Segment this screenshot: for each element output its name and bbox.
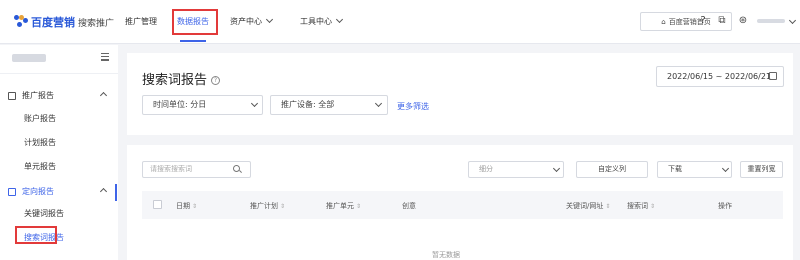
nav-tool-center[interactable]: 工具中心 bbox=[300, 15, 344, 27]
brand-name: 百度营销 bbox=[31, 16, 75, 29]
chevron-down-icon bbox=[250, 99, 259, 108]
user-name-redacted[interactable] bbox=[757, 19, 785, 23]
column-header-keyword-url[interactable]: 关键词/网址 ⇕ bbox=[566, 201, 610, 211]
chevron-down-icon bbox=[265, 15, 274, 24]
active-item-indicator bbox=[115, 184, 117, 201]
sidebar-item-plan-report[interactable]: 计划报告 bbox=[24, 137, 56, 148]
segment-value: 细分 bbox=[479, 165, 493, 173]
message-icon[interactable]: ⧉ bbox=[716, 15, 728, 27]
date-range-picker[interactable]: 2022/06/15 ~ 2022/06/21 bbox=[656, 66, 784, 87]
column-header-unit[interactable]: 推广单元 ⇕ bbox=[326, 201, 361, 211]
sidebar-item-account-report[interactable]: 账户报告 bbox=[24, 113, 56, 124]
highlight-box-sidebar bbox=[15, 226, 57, 244]
device-select[interactable]: 推广设备: 全部 bbox=[270, 95, 388, 115]
column-header-label: 关键词/网址 bbox=[566, 202, 604, 210]
segment-select[interactable]: 细分 bbox=[468, 161, 564, 178]
calendar-icon bbox=[769, 72, 777, 80]
chevron-down-icon bbox=[552, 164, 561, 173]
search-icon[interactable] bbox=[233, 165, 240, 172]
custom-columns-button[interactable]: 自定义列 bbox=[576, 161, 648, 178]
target-report-icon bbox=[8, 187, 16, 196]
search-term-input[interactable]: 请搜索搜索词 bbox=[142, 161, 251, 178]
empty-state-text: 暂无数据 bbox=[432, 251, 460, 259]
chevron-down-icon[interactable] bbox=[788, 16, 797, 25]
collapse-menu-icon[interactable] bbox=[101, 53, 109, 62]
sidebar-group-label: 定向报告 bbox=[22, 187, 54, 196]
column-header-search-term[interactable]: 搜索词 ⇕ bbox=[627, 201, 655, 211]
sidebar-group-targeting-report[interactable]: 定向报告 bbox=[8, 186, 54, 197]
column-header-label: 搜索词 bbox=[627, 202, 648, 210]
nav-asset-center-label: 资产中心 bbox=[230, 17, 262, 26]
column-header-label: 推广计划 bbox=[250, 202, 278, 210]
help-icon[interactable]: ? bbox=[697, 15, 709, 27]
column-header-label: 推广单元 bbox=[326, 202, 354, 210]
sort-icon: ⇕ bbox=[280, 203, 286, 210]
account-name-redacted[interactable] bbox=[12, 54, 46, 62]
download-label: 下载 bbox=[668, 165, 682, 173]
time-unit-value: 时间单位: 分日 bbox=[153, 100, 207, 109]
page-title-text: 搜索词报告 bbox=[142, 73, 208, 88]
sidebar-group-label: 推广报告 bbox=[22, 91, 54, 100]
search-placeholder: 请搜索搜索词 bbox=[150, 165, 192, 173]
chevron-up-icon[interactable] bbox=[99, 187, 108, 196]
time-unit-select[interactable]: 时间单位: 分日 bbox=[142, 95, 263, 115]
sidebar-divider bbox=[0, 73, 118, 74]
chevron-down-icon bbox=[721, 164, 730, 173]
active-nav-underline bbox=[180, 40, 206, 42]
reset-column-width-button[interactable]: 重置列宽 bbox=[740, 161, 783, 178]
column-header-creative: 创意 bbox=[402, 202, 416, 210]
paw-logo-icon bbox=[14, 15, 28, 29]
help-circle-icon[interactable]: ? bbox=[211, 76, 221, 85]
column-header-actions: 操作 bbox=[718, 202, 732, 210]
column-header-date[interactable]: 日期 ⇕ bbox=[176, 201, 197, 211]
top-bar: 百度营销 搜索推广 推广管理 数据报告 资产中心 工具中心 ⌂ 百度营销首页 ?… bbox=[0, 0, 800, 44]
column-header-plan[interactable]: 推广计划 ⇕ bbox=[250, 201, 285, 211]
sidebar-item-keyword-report[interactable]: 关键词报告 bbox=[24, 208, 64, 219]
device-value: 推广设备: 全部 bbox=[281, 100, 335, 109]
home-icon: ⌂ bbox=[661, 17, 666, 26]
chevron-down-icon bbox=[335, 15, 344, 24]
date-range-value: 2022/06/15 ~ 2022/06/21 bbox=[667, 72, 772, 81]
nav-asset-center[interactable]: 资产中心 bbox=[230, 15, 274, 27]
sort-icon: ⇕ bbox=[605, 203, 611, 210]
download-select[interactable]: 下载 bbox=[657, 161, 732, 178]
chevron-up-icon[interactable] bbox=[99, 91, 108, 100]
chevron-down-icon bbox=[374, 99, 383, 108]
select-all-checkbox[interactable] bbox=[153, 200, 162, 209]
more-filters-link[interactable]: 更多筛选 bbox=[397, 101, 429, 112]
sort-icon: ⇕ bbox=[356, 203, 362, 210]
report-icon bbox=[8, 91, 16, 100]
user-icon[interactable]: ⊛ bbox=[737, 15, 749, 27]
sidebar-group-promotion-report[interactable]: 推广报告 bbox=[8, 90, 54, 101]
sort-icon: ⇕ bbox=[650, 203, 656, 210]
sort-icon: ⇕ bbox=[192, 203, 198, 210]
baidu-marketing-logo[interactable]: 百度营销 搜索推广 bbox=[14, 13, 114, 31]
column-header-label: 日期 bbox=[176, 202, 190, 210]
sidebar-item-unit-report[interactable]: 单元报告 bbox=[24, 161, 56, 172]
table-header bbox=[142, 191, 783, 219]
nav-tool-center-label: 工具中心 bbox=[300, 17, 332, 26]
nav-promotion-management[interactable]: 推广管理 bbox=[125, 16, 157, 27]
page-title: 搜索词报告? bbox=[142, 69, 221, 88]
product-name: 搜索推广 bbox=[78, 18, 115, 29]
highlight-box-nav bbox=[172, 9, 218, 35]
